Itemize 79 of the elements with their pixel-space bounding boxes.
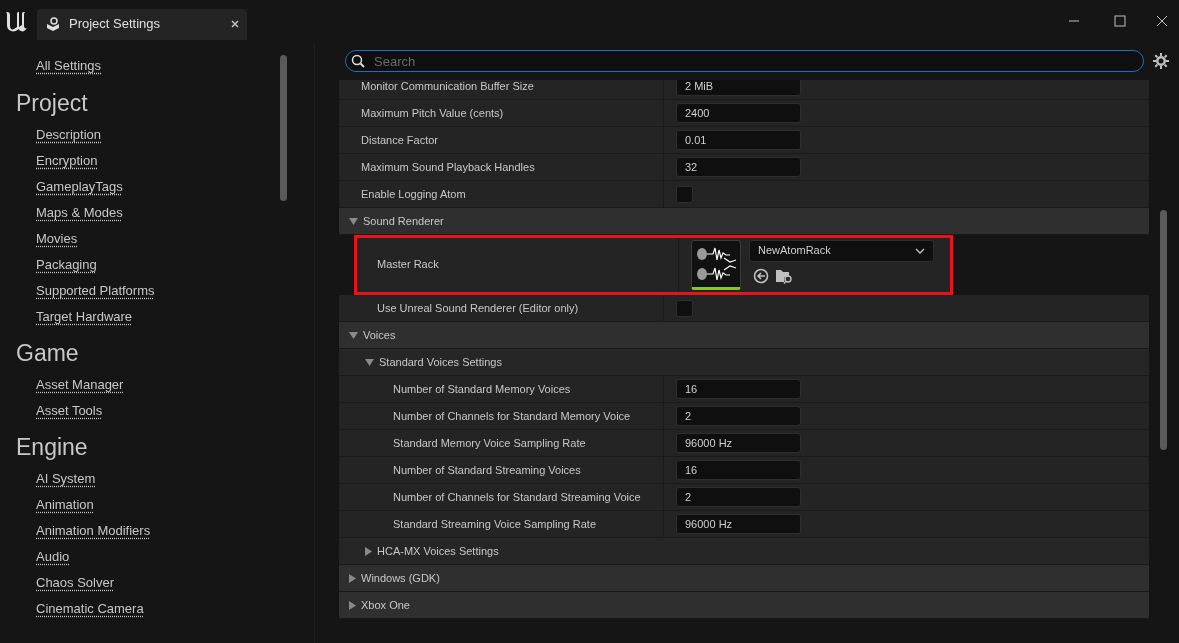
property-label: Number of Standard Memory Voices [393, 381, 571, 397]
settings-link[interactable]: Maps & Modes [36, 202, 123, 222]
section-heading: Game [16, 338, 80, 368]
property-label: Standard Streaming Voice Sampling Rate [393, 516, 596, 532]
value-field[interactable]: 2 [676, 487, 801, 507]
category-row[interactable]: HCA-MX Voices Settings [339, 538, 1149, 565]
category-label: HCA-MX Voices Settings [377, 543, 499, 559]
property-label: Maximum Pitch Value (cents) [361, 105, 504, 121]
category-label: Windows (GDK) [361, 570, 440, 586]
search-icon [351, 54, 365, 68]
window-tab[interactable]: Project Settings [37, 8, 247, 40]
settings-link[interactable]: Movies [36, 228, 78, 248]
settings-link[interactable]: Target Hardware [36, 306, 133, 326]
property-label: Monitor Communication Buffer Size [361, 80, 534, 94]
property-label: Number of Channels for Standard Memory Voice [393, 408, 631, 424]
property-label: Use Unreal Sound Renderer (Editor only) [377, 300, 579, 316]
settings-link[interactable]: Packaging [36, 254, 97, 274]
scrollbar-thumb[interactable] [1160, 210, 1167, 450]
property-label: Enable Logging Atom [361, 186, 466, 202]
scrollbar-thumb[interactable] [280, 55, 287, 201]
expanded-caret-icon[interactable] [365, 358, 374, 366]
category-row[interactable]: Xbox One [339, 592, 1149, 619]
value-field[interactable]: 2 [676, 406, 801, 426]
value-field[interactable]: 96000 Hz [676, 514, 801, 534]
property-label: Number of Standard Streaming Voices [393, 462, 581, 478]
settings-link[interactable]: Asset Tools [36, 400, 103, 420]
value-field[interactable]: 2 MiB [676, 80, 801, 96]
property-label: Number of Channels for Standard Streaming Voice [393, 489, 641, 505]
settings-link[interactable]: AI System [36, 468, 96, 488]
property-label: Distance Factor [361, 132, 439, 148]
maximize-icon[interactable] [1114, 15, 1126, 27]
category-label: Voices [363, 327, 396, 343]
settings-link[interactable]: Asset Manager [36, 374, 124, 394]
settings-link[interactable]: Cinematic Camera [36, 598, 144, 618]
collapsed-caret-icon[interactable] [349, 600, 356, 610]
checkbox[interactable] [676, 185, 693, 203]
category-row[interactable]: Sound Renderer [339, 208, 1149, 235]
arrow-left-circle-icon[interactable] [753, 267, 769, 284]
settings-cube-icon [45, 16, 61, 32]
value-field[interactable]: 96000 Hz [676, 433, 801, 453]
settings-link[interactable]: Chaos Solver [36, 572, 115, 592]
tab-title: Project Settings [69, 15, 162, 34]
settings-icon[interactable] [1153, 53, 1169, 69]
section-heading: Engine [16, 432, 89, 462]
close-window-icon[interactable] [1156, 15, 1168, 27]
checkbox[interactable] [676, 299, 693, 317]
category-label: Standard Voices Settings [379, 354, 502, 370]
property-label: Master Rack [377, 257, 439, 273]
category-row[interactable]: Standard Voices Settings [339, 349, 1149, 376]
category-label: Sound Renderer [363, 213, 444, 229]
value-field[interactable]: 16 [676, 379, 801, 399]
property-label: Standard Memory Voice Sampling Rate [393, 435, 586, 451]
value-field[interactable]: 2400 [676, 103, 801, 123]
category-row[interactable]: Windows (GDK) [339, 565, 1149, 592]
settings-link[interactable]: Audio [36, 546, 70, 566]
value-field[interactable]: 32 [676, 157, 801, 177]
settings-link[interactable]: Animation [36, 494, 94, 514]
all-settings-link[interactable]: All Settings [36, 56, 102, 76]
settings-link[interactable]: Encryption [36, 150, 98, 170]
chevron-down-icon [915, 247, 925, 254]
search-field[interactable]: Search [345, 50, 1144, 72]
value-field[interactable]: 16 [676, 460, 801, 480]
settings-link[interactable]: Supported Platforms [36, 280, 155, 300]
category-label: Xbox One [361, 597, 410, 613]
settings-link[interactable]: GameplayTags [36, 176, 123, 196]
close-icon[interactable] [231, 20, 239, 28]
category-row[interactable]: Voices [339, 322, 1149, 349]
section-heading: Project [16, 88, 89, 118]
property-label: Maximum Sound Playback Handles [361, 159, 535, 175]
asset-thumbnail[interactable] [691, 239, 741, 290]
expanded-caret-icon[interactable] [349, 217, 358, 225]
settings-link[interactable]: Animation Modifiers [36, 520, 151, 540]
settings-link[interactable]: Description [36, 124, 102, 144]
expanded-caret-icon[interactable] [349, 331, 358, 339]
asset-dropdown[interactable]: NewAtomRack [749, 239, 934, 262]
collapsed-caret-icon[interactable] [365, 546, 372, 556]
value-field[interactable]: 0.01 [676, 130, 801, 150]
folder-search-icon[interactable] [775, 267, 793, 284]
collapsed-caret-icon[interactable] [349, 573, 356, 583]
